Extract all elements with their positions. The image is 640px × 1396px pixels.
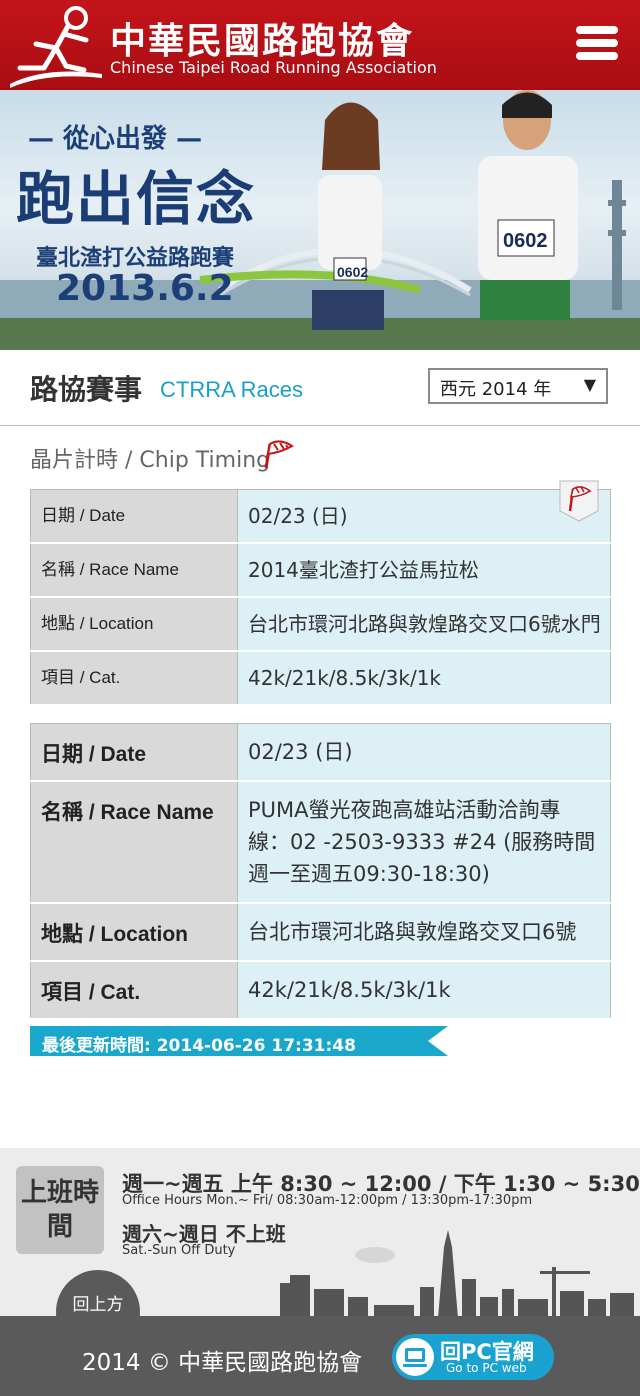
table-row: 地點 / Location 台北市環河北路與敦煌路交叉口6號: [30, 903, 611, 962]
site-title-zh[interactable]: 中華民國路跑協會: [110, 12, 414, 64]
table-row: 地點 / Location 台北市環河北路與敦煌路交叉口6號水門: [30, 597, 611, 652]
bib-number-right: 0602: [503, 230, 548, 252]
hero-banner[interactable]: 0602 0602 — 從心出發 — 跑出信念 臺北渣打公益路跑賽 2013.6…: [0, 90, 640, 350]
city-skyline-icon: [280, 1230, 634, 1318]
category-cell-label: 項目 / Cat.: [30, 651, 238, 706]
site-title-en: Chinese Taipei Road Running Association: [110, 58, 437, 77]
category-value: 42k/21k/8.5k/3k/1k: [237, 651, 611, 706]
table-row: 項目 / Cat. 42k/21k/8.5k/3k/1k: [30, 651, 611, 706]
banner-subtitle: — 從心出發 —: [28, 124, 203, 154]
banner-headline: 跑出信念: [16, 165, 257, 233]
office-hours-weekend-en: Sat.-Sun Off Duty: [122, 1243, 236, 1258]
section-title-zh: 路協賽事: [30, 373, 143, 406]
pc-web-label-en: Go to PC web: [446, 1361, 527, 1375]
year-select[interactable]: 西元 2014 年 ▼: [428, 368, 608, 404]
go-to-pc-web-button[interactable]: 回PC官網 Go to PC web: [392, 1334, 554, 1380]
date-value: 02/23 (日): [237, 723, 611, 782]
race-table: 日期 / Date 02/23 (日) 名稱 / Race Name 2014臺…: [30, 489, 611, 706]
runner-logo-icon[interactable]: [6, 4, 106, 88]
race-name-label: 名稱 / Race Name: [30, 781, 238, 904]
table-row: 日期 / Date 02/23 (日): [30, 723, 611, 782]
location-value: 台北市環河北路與敦煌路交叉口6號水門: [237, 597, 611, 652]
year-select-value: 西元 2014 年: [440, 379, 552, 400]
table-row: 日期 / Date 02/23 (日): [30, 489, 611, 544]
category-cell-label: 項目 / Cat.: [30, 961, 238, 1020]
category-label: 晶片計時 / Chip Timing: [30, 448, 271, 473]
race-name-label: 名稱 / Race Name: [30, 543, 238, 598]
location-label: 地點 / Location: [30, 903, 238, 962]
date-value: 02/23 (日): [237, 489, 611, 544]
monitor-icon: [396, 1338, 434, 1376]
copyright-text: 2014 © 中華民國路跑協會: [82, 1350, 363, 1376]
location-value: 台北市環河北路與敦煌路交叉口6號: [237, 903, 611, 962]
dropdown-arrow-icon: ▼: [583, 375, 596, 394]
hamburger-menu-icon[interactable]: [576, 26, 618, 64]
section-divider: [0, 425, 640, 426]
chip-timing-flag-icon: [559, 480, 599, 522]
table-row: 項目 / Cat. 42k/21k/8.5k/3k/1k: [30, 961, 611, 1020]
race-table: 日期 / Date 02/23 (日) 名稱 / Race Name PUMA螢…: [30, 723, 611, 1020]
last-updated-text: 最後更新時間: 2014-06-26 17:31:48: [42, 1036, 356, 1056]
location-label: 地點 / Location: [30, 597, 238, 652]
race-name-value[interactable]: PUMA螢光夜跑高雄站活動洽詢專線：02 -2503-9333 #24 (服務時…: [237, 781, 611, 904]
table-row: 名稱 / Race Name 2014臺北渣打公益馬拉松: [30, 543, 611, 598]
checkered-flag-icon: [264, 440, 294, 469]
date-label: 日期 / Date: [30, 489, 238, 544]
section-title-en: CTRRA Races: [160, 377, 304, 402]
office-hours-badge: 上班時間: [16, 1166, 104, 1254]
table-row: 名稱 / Race Name PUMA螢光夜跑高雄站活動洽詢專線：02 -250…: [30, 781, 611, 904]
date-label: 日期 / Date: [30, 723, 238, 782]
site-header: 中華民國路跑協會 Chinese Taipei Road Running Ass…: [0, 0, 640, 90]
office-hours-weekday-en: Office Hours Mon.~ Fri/ 08:30am-12:00pm …: [122, 1193, 533, 1208]
banner-event-date: 2013.6.2: [56, 268, 234, 309]
category-value: 42k/21k/8.5k/3k/1k: [237, 961, 611, 1020]
bib-number-left: 0602: [337, 264, 368, 280]
race-name-value[interactable]: 2014臺北渣打公益馬拉松: [237, 543, 611, 598]
